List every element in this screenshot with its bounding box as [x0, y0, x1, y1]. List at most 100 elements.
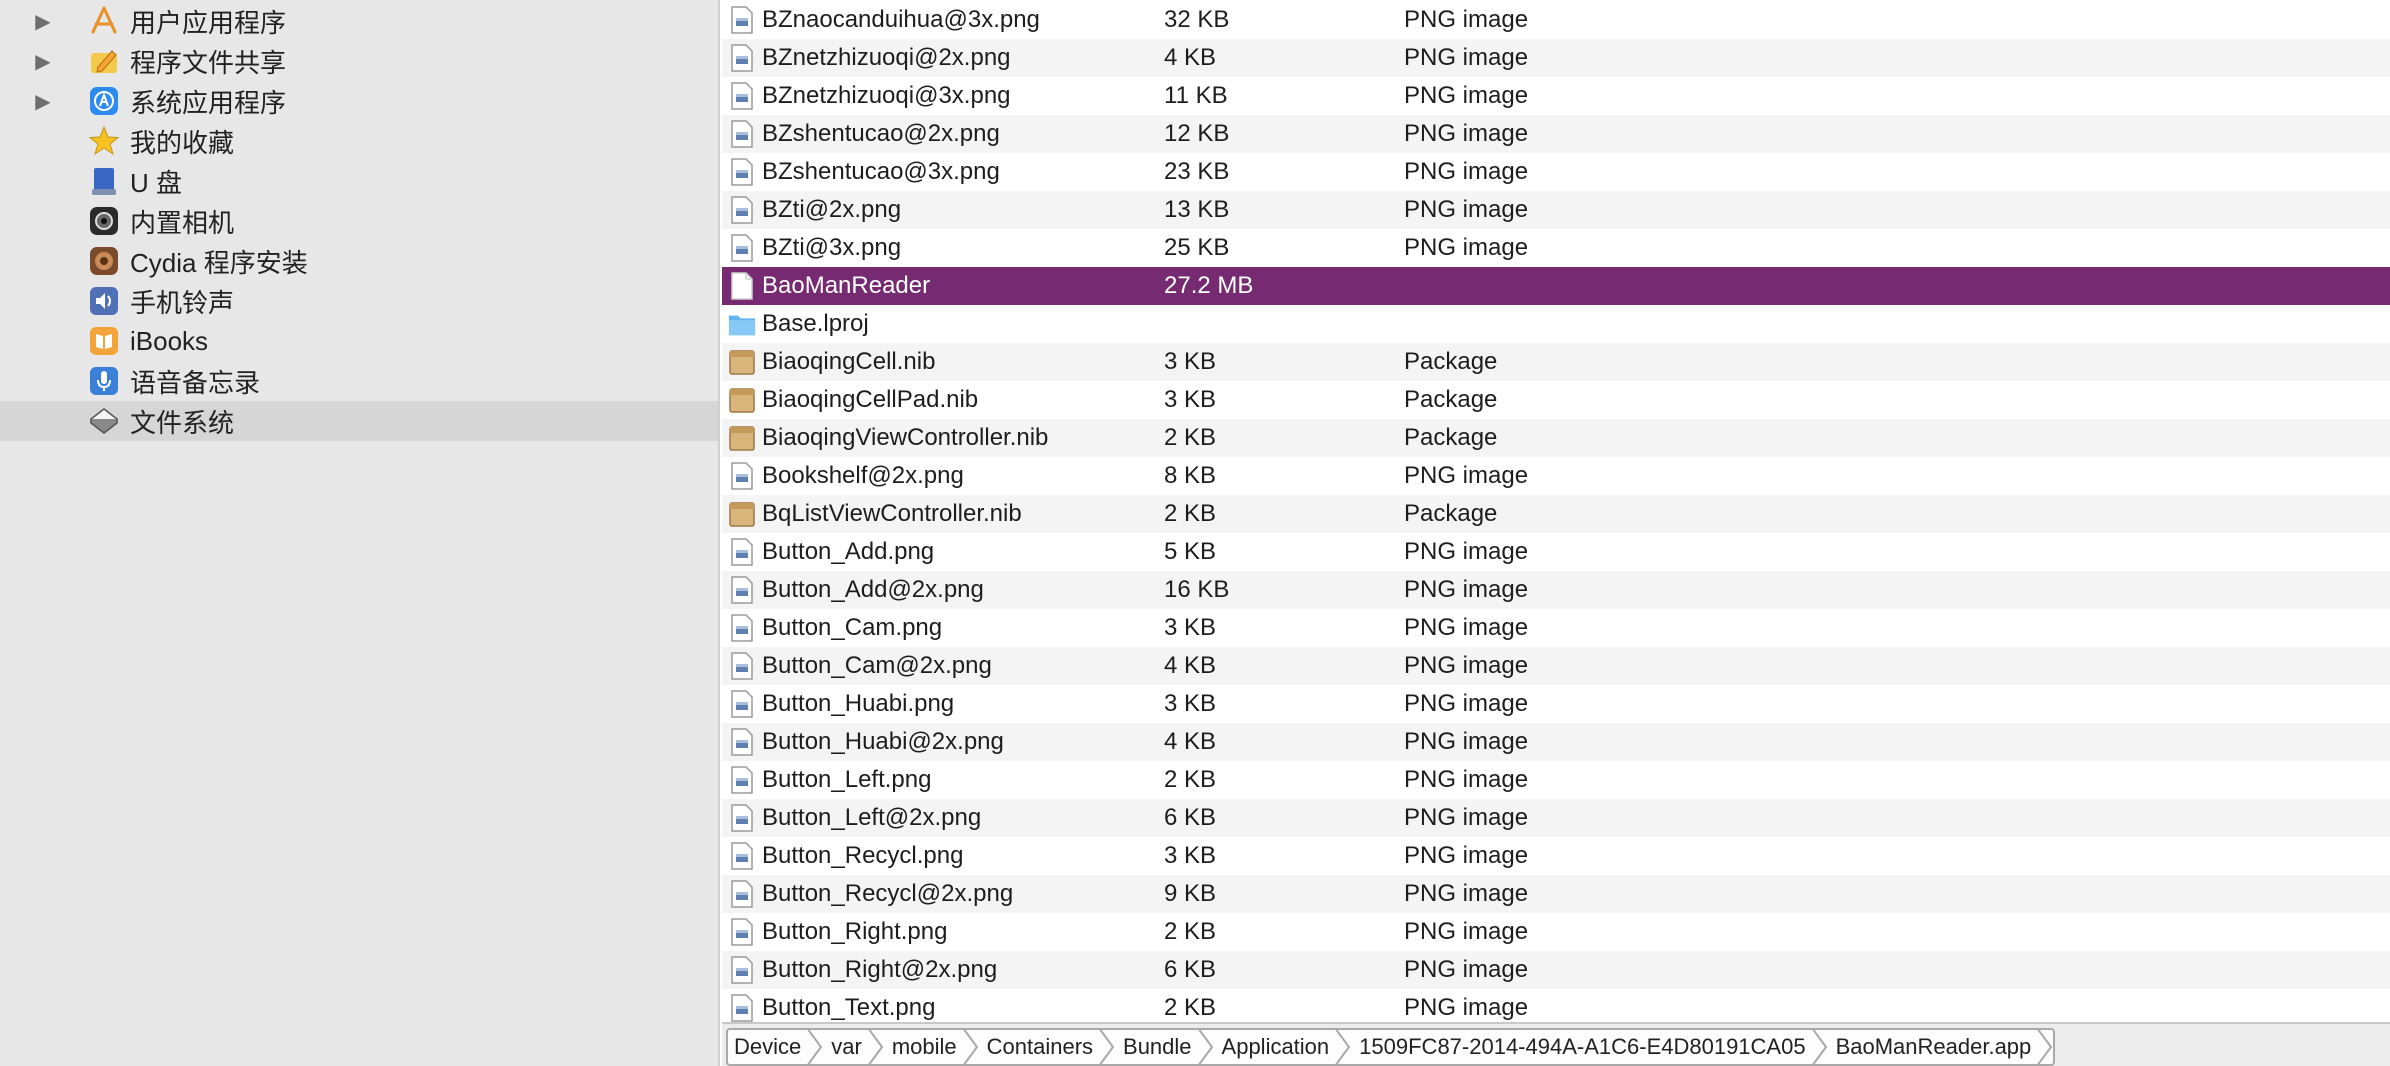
- file-row[interactable]: Base.lproj: [722, 305, 2390, 343]
- disclosure-triangle-icon[interactable]: ▶: [32, 90, 54, 113]
- sidebar-item[interactable]: 文件系统: [0, 401, 718, 441]
- file-name: Button_Cam@2x.png: [762, 652, 992, 679]
- file-row[interactable]: BiaoqingCellPad.nib 3 KB Package: [722, 381, 2390, 419]
- file-row[interactable]: Button_Cam.png 3 KB PNG image: [722, 609, 2390, 647]
- breadcrumb-label: BaoManReader.app: [1835, 1034, 2032, 1059]
- sidebar-item[interactable]: 我的收藏: [0, 121, 718, 161]
- file-kind: PNG image: [1404, 918, 1529, 945]
- sidebar-item[interactable]: Cydia 程序安装: [0, 241, 718, 281]
- file-row[interactable]: Button_Add.png 5 KB PNG image: [722, 533, 2390, 571]
- sidebar-item-label: 语音备忘录: [130, 367, 261, 398]
- file-kind: PNG image: [1404, 880, 1529, 907]
- png-file-icon: [728, 575, 756, 605]
- breadcrumb-separator-icon: [1197, 1030, 1213, 1064]
- file-row[interactable]: BZshentucao@2x.png 12 KB PNG image: [722, 115, 2390, 153]
- breadcrumb-item[interactable]: var: [823, 1030, 884, 1064]
- png-file-icon: [728, 689, 756, 719]
- file-size: 4 KB: [1164, 728, 1217, 755]
- png-file-icon: [728, 195, 756, 225]
- file-row[interactable]: BiaoqingViewController.nib 2 KB Package: [722, 419, 2390, 457]
- sidebar-item[interactable]: 内置相机: [0, 201, 718, 241]
- file-row[interactable]: Button_Huabi.png 3 KB PNG image: [722, 685, 2390, 723]
- file-name: Button_Add.png: [762, 538, 935, 565]
- breadcrumb-item[interactable]: Device: [728, 1030, 823, 1064]
- file-row[interactable]: BZnetzhizuoqi@3x.png 11 KB PNG image: [722, 77, 2390, 115]
- sidebar-item[interactable]: 语音备忘录: [0, 361, 718, 401]
- file-kind: PNG image: [1404, 538, 1529, 565]
- file-row[interactable]: BZnaocanduihua@3x.png 32 KB PNG image: [722, 1, 2390, 39]
- package-icon: [728, 423, 756, 453]
- disclosure-triangle-icon[interactable]: ▶: [32, 10, 54, 33]
- file-name: Button_Left.png: [762, 766, 932, 793]
- png-file-icon: [728, 651, 756, 681]
- file-name: Bookshelf@2x.png: [762, 462, 964, 489]
- png-file-icon: [728, 765, 756, 795]
- file-kind: PNG image: [1404, 158, 1529, 185]
- file-name: Button_Huabi.png: [762, 690, 955, 717]
- file-row[interactable]: BaoManReader 27.2 MB: [722, 267, 2390, 305]
- speaker-icon: [88, 285, 120, 317]
- sidebar-item[interactable]: U 盘: [0, 161, 718, 201]
- file-name: Button_Right.png: [762, 918, 948, 945]
- file-row[interactable]: Bookshelf@2x.png 8 KB PNG image: [722, 457, 2390, 495]
- file-name: BqListViewController.nib: [762, 500, 1022, 527]
- breadcrumb-item[interactable]: 1509FC87-2014-494A-A1C6-E4D80191CA05: [1351, 1030, 1827, 1064]
- file-row[interactable]: Button_Right.png 2 KB PNG image: [722, 913, 2390, 951]
- sidebar-item[interactable]: iBooks: [0, 321, 718, 361]
- package-icon: [728, 347, 756, 377]
- file-size: 11 KB: [1164, 82, 1228, 109]
- file-row[interactable]: BqListViewController.nib 2 KB Package: [722, 495, 2390, 533]
- file-size: 2 KB: [1164, 766, 1217, 793]
- breadcrumb-separator-icon: [1335, 1030, 1351, 1064]
- file-row[interactable]: BZshentucao@3x.png 23 KB PNG image: [722, 153, 2390, 191]
- file-row[interactable]: Button_Huabi@2x.png 4 KB PNG image: [722, 723, 2390, 761]
- file-row[interactable]: Button_Right@2x.png 6 KB PNG image: [722, 951, 2390, 989]
- file-size: 2 KB: [1164, 424, 1217, 451]
- file-row[interactable]: BZti@3x.png 25 KB PNG image: [722, 229, 2390, 267]
- file-size: 3 KB: [1164, 386, 1217, 413]
- file-kind: PNG image: [1404, 44, 1529, 71]
- path-bar: Device var mobile Containers Bundle Applicati…: [722, 1022, 2390, 1066]
- png-file-icon: [728, 613, 756, 643]
- package-icon: [728, 385, 756, 415]
- pencil-folder-icon: [88, 45, 120, 77]
- sidebar-item[interactable]: ▶ 程序文件共享: [0, 41, 718, 81]
- png-file-icon: [728, 233, 756, 263]
- breadcrumb-item[interactable]: Bundle: [1115, 1030, 1214, 1064]
- file-kind: PNG image: [1404, 766, 1529, 793]
- file-row[interactable]: Button_Left@2x.png 6 KB PNG image: [722, 799, 2390, 837]
- sidebar-item[interactable]: ▶ 系统应用程序: [0, 81, 718, 121]
- breadcrumb-item[interactable]: mobile: [884, 1030, 979, 1064]
- sidebar-item[interactable]: ▶ 用户应用程序: [0, 1, 718, 41]
- sidebar-item[interactable]: 手机铃声: [0, 281, 718, 321]
- file-name: BZti@2x.png: [762, 196, 902, 223]
- file-size: 2 KB: [1164, 500, 1217, 527]
- file-name: BZnetzhizuoqi@2x.png: [762, 44, 1011, 71]
- disclosure-triangle-icon[interactable]: ▶: [32, 50, 54, 73]
- file-name: Button_Huabi@2x.png: [762, 728, 1004, 755]
- breadcrumb-label: var: [831, 1034, 862, 1059]
- file-row[interactable]: Button_Cam@2x.png 4 KB PNG image: [722, 647, 2390, 685]
- file-row[interactable]: BZti@2x.png 13 KB PNG image: [722, 191, 2390, 229]
- file-kind: PNG image: [1404, 576, 1529, 603]
- sidebar-item-label: Cydia 程序安装: [130, 247, 308, 278]
- app-store-icon: [88, 5, 120, 37]
- breadcrumb-item[interactable]: BaoManReader.app: [1828, 1030, 2054, 1064]
- file-row[interactable]: BiaoqingCell.nib 3 KB Package: [722, 343, 2390, 381]
- file-size: 27.2 MB: [1164, 272, 1254, 299]
- png-file-icon: [728, 879, 756, 909]
- file-row[interactable]: Button_Add@2x.png 16 KB PNG image: [722, 571, 2390, 609]
- file-row[interactable]: Button_Recycl@2x.png 9 KB PNG image: [722, 875, 2390, 913]
- file-row[interactable]: BZnetzhizuoqi@2x.png 4 KB PNG image: [722, 39, 2390, 77]
- breadcrumb-item[interactable]: Application: [1214, 1030, 1352, 1064]
- file-row[interactable]: Button_Left.png 2 KB PNG image: [722, 761, 2390, 799]
- file-name: BZnaocanduihua@3x.png: [762, 6, 1040, 33]
- file-size: 6 KB: [1164, 804, 1217, 831]
- breadcrumb-item[interactable]: Containers: [979, 1030, 1115, 1064]
- breadcrumb-label: Device: [734, 1034, 802, 1059]
- file-row[interactable]: Button_Text.png 2 KB PNG image: [722, 989, 2390, 1022]
- file-row[interactable]: Button_Recycl.png 3 KB PNG image: [722, 837, 2390, 875]
- sidebar-item-label: iBooks: [130, 325, 209, 356]
- png-file-icon: [728, 5, 756, 35]
- file-name: BiaoqingCellPad.nib: [762, 386, 979, 413]
